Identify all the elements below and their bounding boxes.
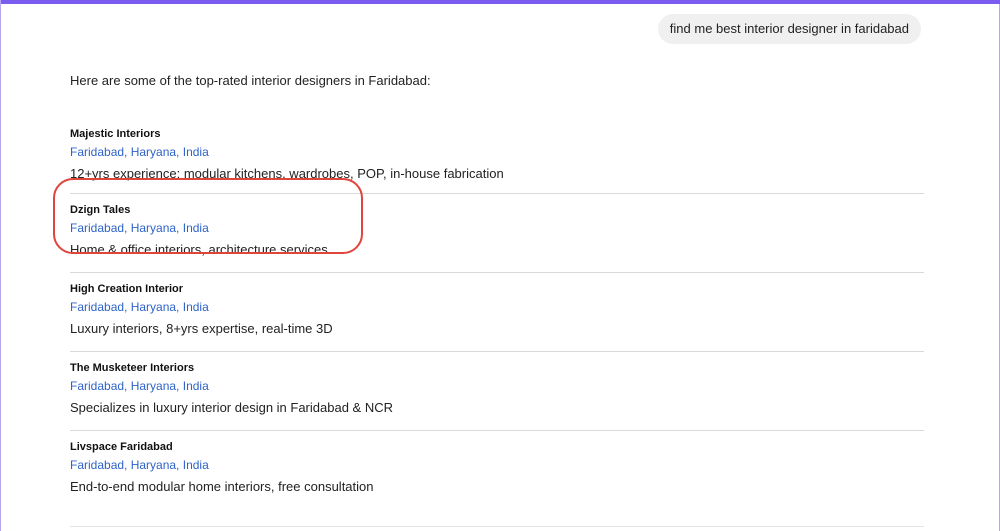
designer-description: End-to-end modular home interiors, free … (70, 479, 374, 494)
bottom-divider (70, 526, 924, 527)
designer-name: Dzign Tales (70, 204, 131, 216)
designer-location-link[interactable]: Faridabad, Haryana, India (70, 220, 924, 238)
designer-item-high-creation-interior: High Creation Interior Faridabad, Haryan… (70, 273, 924, 352)
designer-name: Majestic Interiors (70, 128, 161, 140)
designer-name: High Creation Interior (70, 283, 184, 295)
designer-item-livspace-faridabad: Livspace Faridabad Faridabad, Haryana, I… (70, 431, 924, 510)
designer-name: Livspace Faridabad (70, 441, 173, 453)
designer-description: Specializes in luxury interior design in… (70, 400, 393, 415)
designer-item-dzign-tales: Dzign Tales Faridabad, Haryana, India Ho… (70, 194, 924, 273)
user-message-bubble: find me best interior designer in farida… (657, 14, 921, 44)
designer-location-link[interactable]: Faridabad, Haryana, India (70, 144, 924, 162)
designer-location-link[interactable]: Faridabad, Haryana, India (70, 457, 924, 475)
designer-description: Home & office interiors, architecture se… (70, 242, 328, 257)
designer-list: Majestic Interiors Faridabad, Haryana, I… (70, 108, 924, 510)
designer-location-link[interactable]: Faridabad, Haryana, India (70, 378, 924, 396)
designer-description: Luxury interiors, 8+yrs expertise, real-… (70, 321, 333, 336)
assistant-response: Here are some of the top-rated interior … (70, 72, 924, 510)
designer-description: 12+yrs experience; modular kitchens, war… (70, 166, 504, 181)
top-accent-bar (1, 0, 1000, 4)
chat-window: find me best interior designer in farida… (0, 0, 1000, 531)
designer-item-the-musketeer-interiors: The Musketeer Interiors Faridabad, Harya… (70, 352, 924, 431)
designer-location-link[interactable]: Faridabad, Haryana, India (70, 299, 924, 317)
response-intro: Here are some of the top-rated interior … (70, 73, 431, 88)
designer-item-majestic-interiors: Majestic Interiors Faridabad, Haryana, I… (70, 108, 924, 194)
designer-name: The Musketeer Interiors (70, 362, 195, 374)
